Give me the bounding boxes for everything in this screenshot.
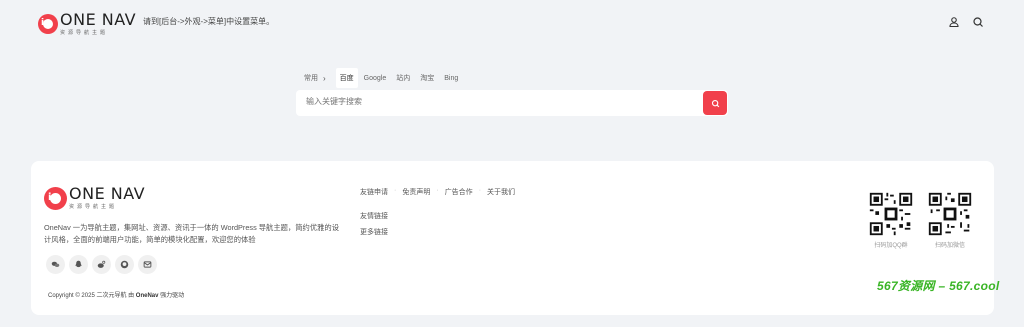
link-separator: · [436, 187, 439, 194]
wechat-qr-label: 扫码加微信 [934, 243, 965, 249]
chevron-right-icon: › [323, 73, 326, 83]
wechat-qr-code [927, 191, 973, 237]
friend-links-title: 友情链接 [360, 213, 388, 220]
tab-site[interactable]: 站内 [392, 68, 414, 88]
search-input[interactable] [306, 97, 686, 106]
footer-links: 友链申请 · 免责声明 · 广告合作 · 关于我们 [360, 187, 515, 197]
link-separator: · [394, 187, 397, 194]
tab-bing[interactable]: Bing [440, 70, 462, 87]
site-logo[interactable]: io ONE NAV 资源导航主题 [38, 12, 136, 36]
qq-group-qr-code [868, 191, 914, 237]
search-tabs: 常用 › 百度 Google 站内 淘宝 Bing [300, 68, 464, 88]
link-about[interactable]: 关于我们 [487, 187, 515, 197]
email-icon[interactable] [138, 255, 157, 274]
qq-icon[interactable] [69, 255, 88, 274]
logo-title: ONE NAV [69, 184, 146, 203]
copyright-suffix: 强力驱动 [158, 293, 185, 299]
search-icon [711, 99, 719, 107]
logo-title: ONE NAV [60, 10, 137, 29]
link-apply-friend[interactable]: 友链申请 [360, 187, 388, 197]
search-group-selector[interactable]: 常用 › [300, 68, 330, 88]
qq-group-qr-label: 扫码加QQ群 [874, 243, 908, 249]
link-advertising[interactable]: 广告合作 [445, 187, 473, 197]
search-box [296, 90, 728, 116]
wechat-icon[interactable] [46, 255, 65, 274]
site-footer: io ONE NAV 资源导航主题 OneNav 一为导航主题，集网址、资源、资… [31, 161, 994, 315]
social-links [46, 255, 161, 274]
logo-icon: io [38, 14, 58, 34]
search-button[interactable] [703, 91, 727, 115]
site-header: io ONE NAV 资源导航主题 请到[后台->外观->菜单]中设置菜单。 [0, 0, 1024, 44]
logo-icon: io [44, 186, 67, 210]
user-icon[interactable] [948, 16, 960, 28]
menu-tip: 请到[后台->外观->菜单]中设置菜单。 [143, 17, 275, 26]
copyright: Copyright © 2025 二次元导航 由 OneNav 强力驱动 [48, 290, 184, 299]
about-text: OneNav 一为导航主题，集网址、资源、资讯于一体的 WordPress 导航… [44, 223, 340, 244]
link-disclaimer[interactable]: 免责声明 [402, 187, 430, 197]
footer-logo[interactable]: io ONE NAV 资源导航主题 [44, 186, 145, 210]
github-icon[interactable] [115, 255, 134, 274]
tab-taobao[interactable]: 淘宝 [416, 68, 438, 88]
tab-google[interactable]: Google [360, 70, 391, 87]
link-separator: · [478, 187, 482, 194]
copyright-text: Copyright © 2025 二次元导航 由 [48, 293, 136, 299]
weibo-icon[interactable] [92, 255, 111, 274]
watermark: 567资源网 – 567.cool [877, 279, 1000, 293]
logo-subtitle: 资源导航主题 [69, 204, 118, 210]
search-group-label: 常用 [304, 75, 318, 82]
copyright-brand-link[interactable]: OneNav [136, 293, 159, 299]
more-links[interactable]: 更多链接 [360, 227, 388, 237]
search-icon[interactable] [972, 16, 984, 28]
tab-baidu[interactable]: 百度 [335, 68, 358, 88]
logo-subtitle: 资源导航主题 [60, 30, 109, 36]
